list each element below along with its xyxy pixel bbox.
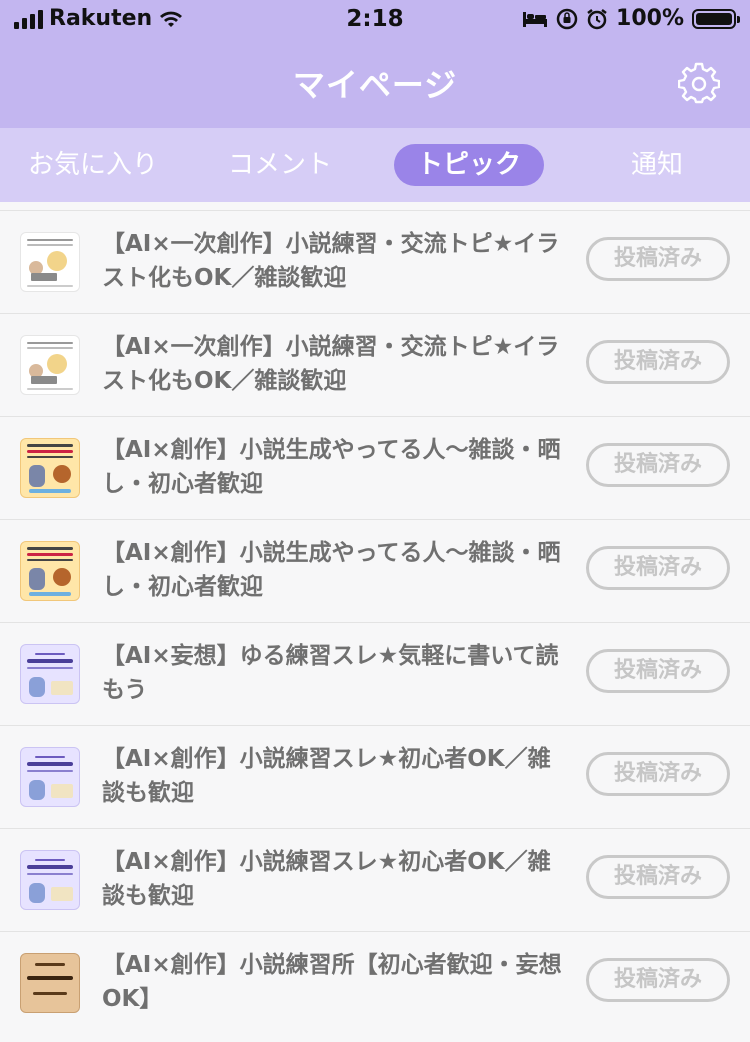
list-item[interactable]: 【AI×妄想】ゆる練習スレ★気軽に書いて読もう 投稿済み — [0, 622, 750, 725]
posted-button[interactable]: 投稿済み — [586, 752, 730, 796]
topic-title: 【AI×妄想】ゆる練習スレ★気軽に書いて読もう — [102, 643, 559, 703]
bed-icon — [523, 11, 548, 27]
topic-title: 【AI×創作】小説練習スレ★初心者OK／雑談も歓迎 — [102, 746, 551, 806]
posted-button[interactable]: 投稿済み — [586, 237, 730, 281]
posted-button[interactable]: 投稿済み — [586, 958, 730, 1002]
topic-thumbnail — [20, 747, 80, 807]
app-header: Rakuten 2:18 100% マイページ — [0, 0, 750, 128]
posted-button[interactable]: 投稿済み — [586, 340, 730, 384]
gear-icon[interactable] — [678, 62, 720, 104]
alarm-icon — [587, 8, 607, 29]
topic-thumbnail — [20, 953, 80, 1013]
page-title: マイページ — [292, 66, 458, 104]
posted-button[interactable]: 投稿済み — [586, 649, 730, 693]
tab-topics[interactable]: トピック — [394, 144, 544, 186]
topic-title: 【AI×創作】小説生成やってる人〜雑談・晒し・初心者歓迎 — [102, 540, 561, 600]
topic-title: 【AI×一次創作】小説練習・交流トピ★イラスト化もOK／雑談歓迎 — [102, 231, 560, 291]
posted-button[interactable]: 投稿済み — [586, 443, 730, 487]
battery-percent: 100% — [616, 6, 684, 31]
list-item[interactable]: 【AI×一次創作】小説練習・交流トピ★イラスト化もOK／雑談歓迎 投稿済み — [0, 210, 750, 313]
status-right: 100% — [522, 6, 740, 31]
topic-thumbnail — [20, 644, 80, 704]
list-item[interactable]: 【AI×一次創作】小説練習・交流トピ★イラスト化もOK／雑談歓迎 投稿済み — [0, 313, 750, 416]
list-item[interactable]: 【AI×創作】小説練習スレ★初心者OK／雑談も歓迎 投稿済み — [0, 725, 750, 828]
topic-thumbnail — [20, 438, 80, 498]
topic-thumbnail — [20, 850, 80, 910]
status-bar: Rakuten 2:18 100% — [0, 0, 750, 40]
tab-comments[interactable]: コメント — [205, 144, 355, 186]
list-item[interactable]: 【AI×創作】小説生成やってる人〜雑談・晒し・初心者歓迎 投稿済み — [0, 519, 750, 622]
posted-button[interactable]: 投稿済み — [586, 855, 730, 899]
topic-list: 【AI×一次創作】小説練習・交流トピ★イラスト化もOK／雑談歓迎 投稿済み 【A… — [0, 210, 750, 1034]
orientation-lock-icon — [556, 8, 578, 29]
topic-title: 【AI×創作】小説練習スレ★初心者OK／雑談も歓迎 — [102, 849, 551, 909]
list-item[interactable]: 【AI×創作】小説練習スレ★初心者OK／雑談も歓迎 投稿済み — [0, 828, 750, 931]
tab-notifications[interactable]: 通知 — [582, 144, 732, 186]
topic-thumbnail — [20, 232, 80, 292]
posted-button[interactable]: 投稿済み — [586, 546, 730, 590]
list-item[interactable]: 【AI×創作】小説生成やってる人〜雑談・晒し・初心者歓迎 投稿済み — [0, 416, 750, 519]
topic-title: 【AI×創作】小説練習所【初心者歓迎・妄想OK】 — [102, 952, 562, 1012]
list-item[interactable]: 【AI×創作】小説練習所【初心者歓迎・妄想OK】 投稿済み — [0, 931, 750, 1034]
topic-title: 【AI×一次創作】小説練習・交流トピ★イラスト化もOK／雑談歓迎 — [102, 334, 560, 394]
battery-icon — [692, 8, 740, 29]
topic-thumbnail — [20, 541, 80, 601]
tab-favorites[interactable]: お気に入り — [18, 144, 168, 186]
topic-thumbnail — [20, 335, 80, 395]
tab-bar: お気に入り コメント トピック 通知 — [0, 128, 750, 202]
topic-title: 【AI×創作】小説生成やってる人〜雑談・晒し・初心者歓迎 — [102, 437, 561, 497]
